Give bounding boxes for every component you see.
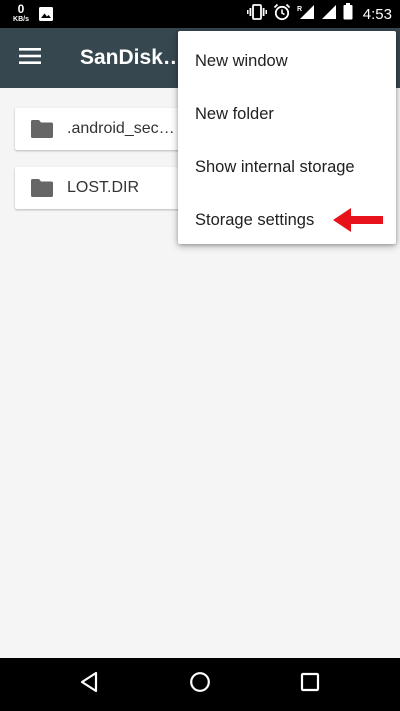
image-icon <box>38 6 54 27</box>
vibrate-icon <box>246 3 267 25</box>
menu-item-new-window[interactable]: New window <box>178 35 396 88</box>
alarm-icon <box>273 3 291 26</box>
recents-icon <box>300 672 320 697</box>
network-speed-value: 0 <box>17 2 25 16</box>
folder-name: .android_sec… <box>67 120 175 137</box>
signal-icon <box>321 4 337 25</box>
folder-icon <box>30 119 54 144</box>
svg-text:R: R <box>297 6 302 13</box>
status-time: 4:53 <box>362 5 392 23</box>
red-arrow-annotation-icon <box>333 207 383 238</box>
hamburger-menu-icon <box>19 47 41 69</box>
navigation-drawer-button[interactable] <box>8 36 52 80</box>
battery-icon <box>343 3 353 25</box>
back-icon <box>79 671 99 698</box>
home-icon <box>189 671 211 698</box>
recents-button[interactable] <box>280 658 340 711</box>
network-speed-unit: KB/s <box>13 16 29 23</box>
menu-item-show-internal-storage[interactable]: Show internal storage <box>178 141 396 194</box>
back-button[interactable] <box>59 658 119 711</box>
system-navigation-bar <box>0 658 400 711</box>
menu-item-new-folder[interactable]: New folder <box>178 88 396 141</box>
home-button[interactable] <box>170 658 230 711</box>
status-bar: 0 KB/s R 4:53 <box>0 0 400 28</box>
network-speed-indicator: 0 KB/s <box>10 3 32 23</box>
toolbar-title: SanDisk… <box>80 46 184 69</box>
folder-icon <box>30 178 54 203</box>
folder-name: LOST.DIR <box>67 179 140 196</box>
signal-roaming-icon: R <box>297 4 315 25</box>
